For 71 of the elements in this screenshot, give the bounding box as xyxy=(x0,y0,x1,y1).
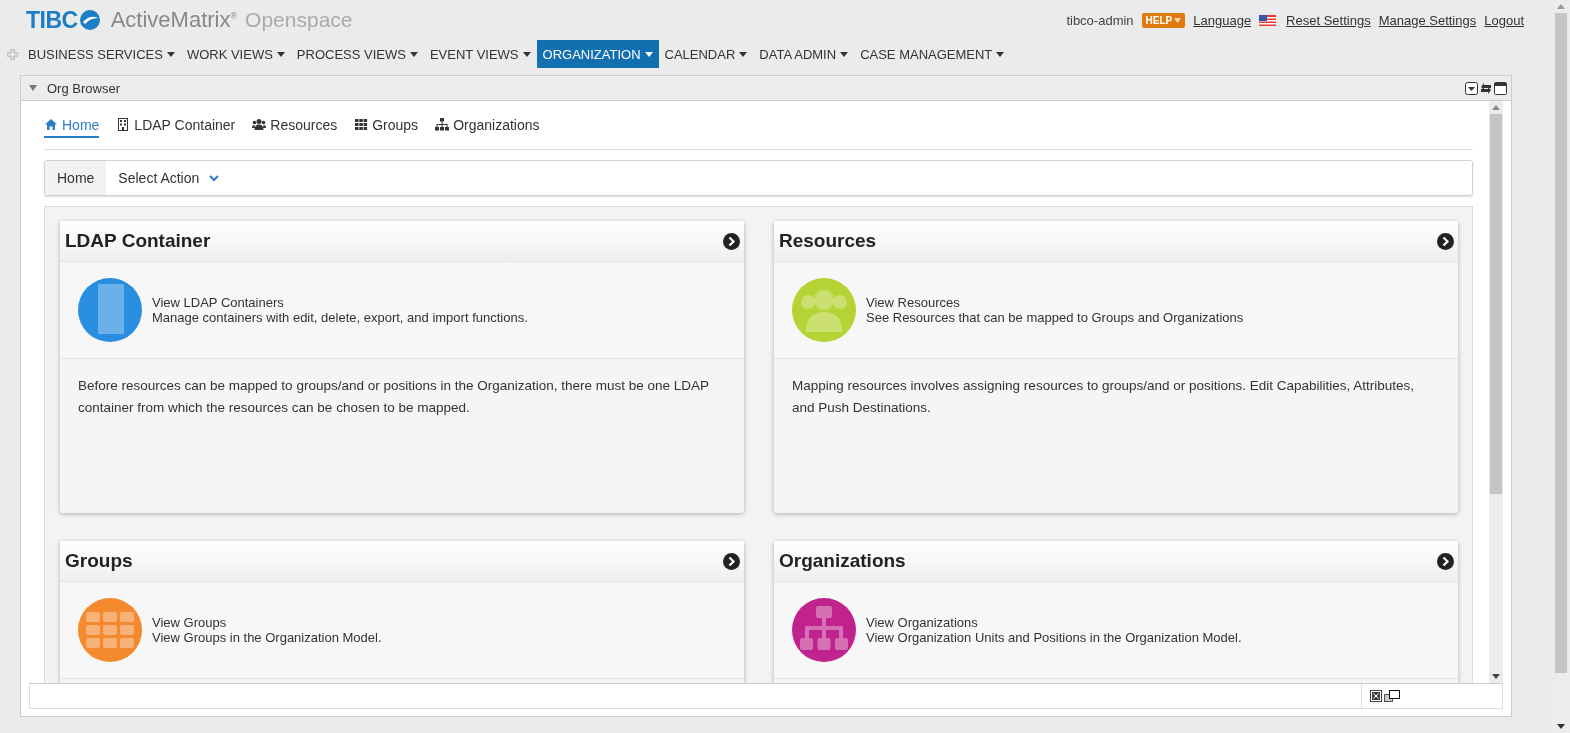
scroll-down-icon[interactable] xyxy=(1492,674,1500,679)
caret-icon xyxy=(739,51,748,57)
card-title: Groups xyxy=(65,550,133,572)
caret-icon xyxy=(522,51,531,57)
card-title: Resources xyxy=(779,230,877,252)
category-icon[interactable] xyxy=(78,278,142,342)
view-tab[interactable]: LDAP Container xyxy=(116,112,236,138)
caret-icon xyxy=(276,51,285,57)
card-title: LDAP Container xyxy=(65,230,211,252)
windows-icon[interactable] xyxy=(1384,690,1400,702)
header-link[interactable]: Manage Settings xyxy=(1378,12,1477,28)
caret-icon xyxy=(996,51,1005,57)
header-link[interactable]: Language xyxy=(1193,12,1252,28)
card-description: Mapping resources involves assigning resources to groups/and or positions. Edit Capabilities, Attributes, and Push Destinations. xyxy=(792,377,1416,417)
card-description: Before resources can be mapped to groups/and or positions in the Organization, there must be one LDAP container from which the resources can be chosen to be mapped. xyxy=(78,377,710,417)
users-icon xyxy=(252,118,267,131)
hierarchy-icon xyxy=(435,118,450,131)
card-summary: Manage containers with edit, delete, export, and import functions. xyxy=(152,310,528,325)
view-tab[interactable]: Resources xyxy=(252,112,338,138)
home-icon xyxy=(44,118,58,131)
arrow-right-circle-icon[interactable] xyxy=(723,232,740,250)
caret-icon xyxy=(840,51,849,57)
menu-tab[interactable]: CASE MANAGEMENT xyxy=(854,40,1011,68)
menu-tab[interactable]: PROCESS VIEWS xyxy=(290,40,424,68)
building-icon xyxy=(116,118,131,131)
grid-icon xyxy=(354,118,369,131)
view-tab[interactable]: Home xyxy=(44,112,100,138)
user-name: tibco-admin xyxy=(1066,12,1134,28)
header-link[interactable]: Reset Settings xyxy=(1286,12,1371,28)
portlet-title: Org Browser xyxy=(47,80,120,96)
refresh-icon[interactable] xyxy=(1480,81,1492,95)
collapse-icon[interactable] xyxy=(29,85,37,91)
menu-tab[interactable]: WORK VIEWS xyxy=(180,40,291,68)
menu-tab[interactable]: DATA ADMIN xyxy=(753,40,855,68)
view-link[interactable]: View Organizations xyxy=(866,615,1242,630)
header-link[interactable]: Logout xyxy=(1484,12,1524,28)
select-action-dropdown[interactable]: Select Action xyxy=(106,161,232,195)
scrollbar[interactable] xyxy=(1489,101,1503,683)
caret-icon xyxy=(1174,17,1182,23)
chevron-down-icon xyxy=(209,174,220,182)
menu-tab[interactable]: CALENDAR xyxy=(658,40,754,68)
close-icon[interactable] xyxy=(1370,690,1382,702)
suite-name: Openspace xyxy=(245,8,353,32)
view-tab[interactable]: Groups xyxy=(354,112,419,138)
caret-icon xyxy=(644,51,653,57)
scroll-down-icon[interactable] xyxy=(1557,724,1565,729)
card-summary: See Resources that can be mapped to Groups and Organizations xyxy=(866,310,1244,325)
breadcrumb-home[interactable]: Home xyxy=(45,161,107,195)
view-link[interactable]: View LDAP Containers xyxy=(152,295,528,310)
view-link[interactable]: View Groups xyxy=(152,615,382,630)
category-icon[interactable] xyxy=(792,598,856,662)
card-summary: View Groups in the Organization Model. xyxy=(152,630,382,645)
scroll-up-icon[interactable] xyxy=(1492,105,1500,110)
maximize-icon[interactable] xyxy=(1494,81,1507,95)
menu-tab[interactable]: EVENT VIEWS xyxy=(423,40,537,68)
dropdown-icon[interactable] xyxy=(1465,81,1478,95)
caret-icon xyxy=(166,51,175,57)
arrow-right-circle-icon[interactable] xyxy=(1437,232,1454,250)
brand-logo-text: TIBC xyxy=(26,6,78,34)
view-link[interactable]: View Resources xyxy=(866,295,1244,310)
arrow-right-circle-icon[interactable] xyxy=(1437,552,1454,570)
card-summary: View Organization Units and Positions in the Organization Model. xyxy=(866,630,1242,645)
swirl-logo-icon xyxy=(78,9,101,31)
card-title: Organizations xyxy=(779,550,906,572)
flag-icon xyxy=(1259,14,1277,26)
menu-tab[interactable]: ORGANIZATION xyxy=(536,40,659,68)
menu-tab[interactable]: BUSINESS SERVICES xyxy=(22,40,181,68)
caret-icon xyxy=(409,51,418,57)
view-tab[interactable]: Organizations xyxy=(435,112,540,138)
arrow-right-circle-icon[interactable] xyxy=(723,552,740,570)
product-name: ActiveMatrix$^{®}$ xyxy=(110,7,238,33)
